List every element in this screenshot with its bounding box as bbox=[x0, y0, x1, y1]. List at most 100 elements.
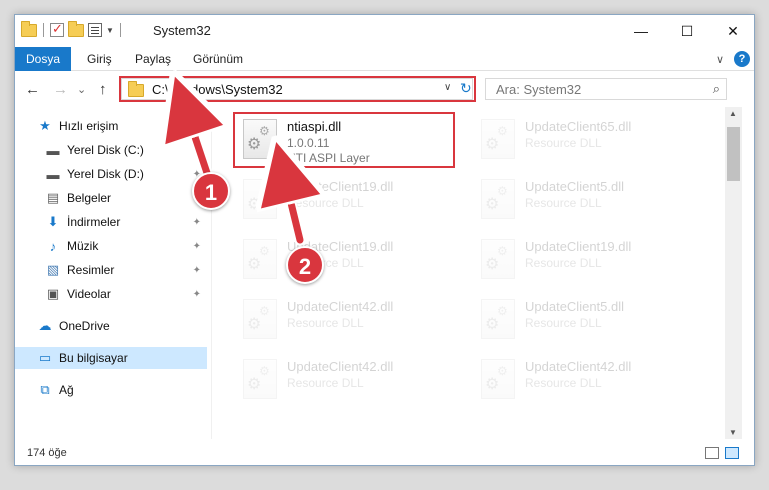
properties-check-icon[interactable] bbox=[50, 21, 64, 37]
status-bar: 174 öğe bbox=[15, 439, 754, 465]
scroll-down-icon[interactable]: ▼ bbox=[729, 428, 737, 437]
file-tile[interactable]: UpdateClient19.dll Resource DLL bbox=[239, 233, 459, 287]
file-description: Resource DLL bbox=[525, 376, 602, 390]
pin-icon: ✦ bbox=[192, 144, 201, 156]
video-icon: ▣ bbox=[46, 286, 60, 301]
new-folder-icon[interactable] bbox=[68, 20, 84, 37]
file-tile[interactable]: UpdateClient19.dll Resource DLL bbox=[239, 173, 459, 227]
sidebar-item-label: Resimler bbox=[67, 263, 115, 277]
sidebar-item-downloads[interactable]: ⬇ İndirmeler ✦ bbox=[15, 211, 207, 233]
file-name: ntiaspi.dll bbox=[287, 119, 342, 134]
back-arrow-icon[interactable]: ← bbox=[25, 81, 40, 98]
sidebar-item-label: Videolar bbox=[67, 287, 111, 301]
tab-home[interactable]: Giriş bbox=[75, 47, 124, 71]
file-tile[interactable]: UpdateClient42.dll Resource DLL bbox=[477, 353, 697, 407]
title-bar: ▼ System32 — ☐ ✕ bbox=[15, 15, 754, 47]
expand-ribbon-icon[interactable]: ∨ bbox=[716, 53, 724, 66]
maximize-button[interactable]: ☐ bbox=[664, 15, 710, 47]
scroll-up-icon[interactable]: ▲ bbox=[729, 109, 737, 118]
address-bar[interactable]: C:\Windows\System32 ∨ ↻ bbox=[121, 78, 473, 100]
sidebar-item-label: Ağ bbox=[59, 383, 74, 397]
download-icon: ⬇ bbox=[47, 214, 59, 229]
picture-icon: ▧ bbox=[46, 262, 60, 277]
sidebar-item-label: Yerel Disk (C:) bbox=[67, 143, 144, 157]
folder-icon bbox=[128, 81, 144, 97]
dll-file-icon bbox=[481, 179, 515, 219]
sidebar-item-music[interactable]: ♪ Müzik ✦ bbox=[15, 235, 207, 257]
window-title: System32 bbox=[153, 23, 211, 38]
sidebar-item-pictures[interactable]: ▧ Resimler ✦ bbox=[15, 259, 207, 281]
sidebar-item-local-disk-d[interactable]: ▬ Yerel Disk (D:) ✦ bbox=[15, 163, 207, 185]
file-tile[interactable]: UpdateClient42.dll Resource DLL bbox=[239, 293, 459, 347]
file-tile-ntiaspi[interactable]: ntiaspi.dll 1.0.0.11 NTI ASPI Layer bbox=[239, 113, 459, 167]
file-name: UpdateClient5.dll bbox=[525, 299, 625, 314]
file-name: UpdateClient19.dll bbox=[525, 239, 632, 254]
address-path[interactable]: C:\Windows\System32 bbox=[152, 82, 283, 97]
file-description: Resource DLL bbox=[525, 196, 602, 210]
minimize-button[interactable]: — bbox=[618, 15, 664, 47]
sidebar-item-label: Yerel Disk (D:) bbox=[67, 167, 144, 181]
recent-locations-icon[interactable]: ⌄ bbox=[77, 83, 86, 96]
item-count: 174 öğe bbox=[27, 447, 67, 459]
quick-access-toolbar: ▼ bbox=[21, 20, 123, 37]
scrollbar-thumb[interactable] bbox=[727, 127, 740, 181]
sidebar-item-documents[interactable]: ▤ Belgeler ✦ bbox=[15, 187, 207, 209]
details-view-icon[interactable] bbox=[705, 447, 719, 459]
search-box[interactable]: Ara: System32 ⌕ bbox=[485, 78, 727, 100]
network-icon: ⧉ bbox=[40, 382, 50, 397]
file-tile[interactable]: UpdateClient5.dll Resource DLL bbox=[477, 293, 697, 347]
sidebar-item-videos[interactable]: ▣ Videolar ✦ bbox=[15, 283, 207, 305]
sidebar-item-label: Müzik bbox=[67, 239, 99, 253]
forward-arrow-icon[interactable]: → bbox=[53, 81, 68, 98]
drive-icon: ▬ bbox=[46, 166, 60, 182]
navigation-bar: ← → ⌄ ↑ C:\Windows\System32 ∨ ↻ Ara: Sys… bbox=[15, 71, 754, 107]
dll-file-icon bbox=[243, 239, 277, 279]
file-name: UpdateClient42.dll bbox=[525, 359, 632, 374]
sidebar-item-label: Hızlı erişim bbox=[59, 119, 119, 133]
dll-file-icon bbox=[481, 359, 515, 399]
address-dropdown-icon[interactable]: ∨ bbox=[444, 82, 451, 93]
tiles-view-icon[interactable] bbox=[725, 447, 739, 459]
file-version: 1.0.0.11 bbox=[287, 136, 330, 150]
sidebar-item-onedrive[interactable]: ☁ OneDrive bbox=[15, 315, 207, 337]
ribbon-right-controls: ∨ ? bbox=[716, 51, 750, 67]
close-button[interactable]: ✕ bbox=[710, 15, 754, 47]
file-tile[interactable]: UpdateClient5.dll Resource DLL bbox=[477, 173, 697, 227]
file-tile[interactable]: UpdateClient19.dll Resource DLL bbox=[477, 233, 697, 287]
dll-file-icon bbox=[481, 239, 515, 279]
music-icon: ♪ bbox=[49, 238, 57, 254]
pane-divider[interactable] bbox=[211, 107, 212, 439]
tab-file[interactable]: Dosya bbox=[15, 47, 71, 71]
file-tile[interactable]: UpdateClient65.dll Resource DLL bbox=[477, 113, 697, 167]
drive-icon: ▬ bbox=[46, 142, 60, 158]
dll-file-icon bbox=[243, 299, 277, 339]
dll-file-icon bbox=[243, 179, 277, 219]
sidebar-item-quick-access[interactable]: ★ Hızlı erişim bbox=[15, 115, 207, 137]
tab-share[interactable]: Paylaş bbox=[123, 47, 183, 71]
pin-icon: ✦ bbox=[192, 240, 201, 252]
file-description: Resource DLL bbox=[287, 196, 364, 210]
dll-file-icon bbox=[243, 359, 277, 399]
search-icon[interactable]: ⌕ bbox=[713, 81, 720, 97]
file-description: NTI ASPI Layer bbox=[287, 151, 370, 165]
vertical-scrollbar[interactable]: ▲ ▼ bbox=[725, 107, 742, 439]
sidebar-item-this-pc[interactable]: ▭ Bu bilgisayar bbox=[15, 347, 207, 369]
search-input[interactable]: Ara: System32 bbox=[496, 82, 581, 97]
file-description: Resource DLL bbox=[525, 316, 602, 330]
toolbar-dropdown-icon[interactable]: ▼ bbox=[106, 26, 114, 35]
customize-toolbar-icon[interactable] bbox=[88, 23, 102, 37]
document-icon: ▤ bbox=[46, 190, 60, 205]
up-arrow-icon[interactable]: ↑ bbox=[99, 81, 107, 98]
step-badge-2: 2 bbox=[286, 246, 324, 284]
sidebar-item-network[interactable]: ⧉ Ağ bbox=[15, 379, 207, 401]
sidebar-item-local-disk-c[interactable]: ▬ Yerel Disk (C:) ✦ bbox=[15, 139, 207, 161]
toolbar-divider bbox=[119, 23, 121, 37]
tab-view[interactable]: Görünüm bbox=[181, 47, 255, 71]
folder-icon[interactable] bbox=[21, 20, 37, 37]
navigation-pane: ★ Hızlı erişim ▬ Yerel Disk (C:) ✦ ▬ Yer… bbox=[15, 107, 211, 439]
pin-icon: ✦ bbox=[192, 288, 201, 300]
refresh-icon[interactable]: ↻ bbox=[460, 80, 474, 97]
help-icon[interactable]: ? bbox=[734, 51, 750, 67]
toolbar-divider bbox=[43, 23, 44, 37]
file-tile[interactable]: UpdateClient42.dll Resource DLL bbox=[239, 353, 459, 407]
